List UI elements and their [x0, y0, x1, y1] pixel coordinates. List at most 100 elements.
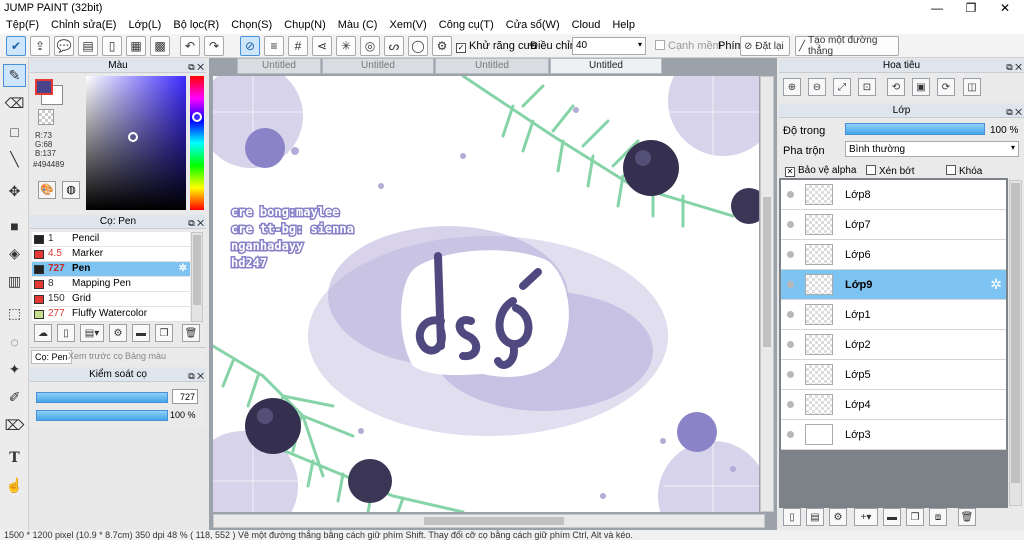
- tab-untitled-3[interactable]: Untitled: [435, 58, 549, 74]
- brush-size-slider[interactable]: [36, 392, 168, 403]
- reset-button[interactable]: ⊘ Đặt lại: [740, 36, 790, 56]
- scroll-thumb[interactable]: [424, 517, 564, 525]
- scroll-thumb[interactable]: [1011, 183, 1020, 483]
- brush-list-scrollbar[interactable]: [191, 232, 203, 322]
- curve-snap-icon[interactable]: ᔕ: [384, 36, 404, 56]
- new-brush-icon[interactable]: ▯: [57, 324, 75, 342]
- brush-item-grid[interactable]: 150 Grid: [32, 292, 190, 307]
- layer-row-2[interactable]: Lớp2: [781, 330, 1006, 360]
- menu-file[interactable]: Tệp(F): [0, 17, 45, 34]
- add-layer-menu-icon[interactable]: +▾: [854, 508, 878, 526]
- antialias-checkbox[interactable]: ✓ Khử răng cưa: [456, 40, 537, 53]
- minimize-button[interactable]: —: [920, 0, 954, 17]
- menu-window[interactable]: Cửa sổ(W): [500, 17, 566, 34]
- layer-row-5[interactable]: Lớp5: [781, 360, 1006, 390]
- duplicate-layer-icon[interactable]: ❐: [906, 508, 924, 526]
- fill-rect-tool-icon[interactable]: ■: [3, 214, 26, 237]
- ellipse-snap-icon[interactable]: ◯: [408, 36, 428, 56]
- select-eraser-tool-icon[interactable]: ⌦: [3, 414, 26, 437]
- gradient-tool-icon[interactable]: ▥: [3, 270, 26, 293]
- layer-row-9[interactable]: Lớp9 ✲: [781, 270, 1006, 300]
- eye-icon[interactable]: [787, 401, 794, 408]
- panel-close-icon[interactable]: ⧉ ✕: [188, 216, 204, 230]
- brush-item-marker[interactable]: 4.5 Marker: [32, 247, 190, 262]
- layer-row-1[interactable]: Lớp1: [781, 300, 1006, 330]
- close-button[interactable]: ✕: [988, 0, 1022, 17]
- saturation-value-picker[interactable]: [86, 76, 186, 210]
- export-icon[interactable]: ⇪: [30, 36, 50, 56]
- layer-row-7[interactable]: Lớp7: [781, 210, 1006, 240]
- scroll-thumb[interactable]: [763, 197, 771, 347]
- eye-icon[interactable]: [787, 221, 794, 228]
- merge-layer-icon[interactable]: ⧈: [929, 508, 947, 526]
- panel-close-icon[interactable]: ⧉ ✕: [1006, 60, 1022, 74]
- new-layer-icon[interactable]: ▯: [783, 508, 801, 526]
- vertical-scrollbar[interactable]: [760, 76, 774, 512]
- radial-snap-icon[interactable]: ✳: [336, 36, 356, 56]
- eye-icon[interactable]: [787, 371, 794, 378]
- zoom-out-icon[interactable]: ⊖: [808, 78, 826, 96]
- blend-mode-select[interactable]: Bình thường ▾: [845, 141, 1019, 157]
- copy-brush-icon[interactable]: ❐: [155, 324, 173, 342]
- folder-icon[interactable]: ▬: [132, 324, 150, 342]
- lasso-tool-icon[interactable]: ◌: [3, 330, 26, 353]
- layer-opacity-slider[interactable]: [845, 123, 985, 135]
- tab-palette[interactable]: Bảng màu: [125, 351, 166, 361]
- tab-untitled-1[interactable]: Untitled: [237, 58, 321, 74]
- delete-brush-icon[interactable]: 🗑: [182, 324, 200, 342]
- eraser-tool-icon[interactable]: ⌫: [3, 92, 26, 115]
- layer-folder-icon[interactable]: ▬: [883, 508, 901, 526]
- bucket-tool-icon[interactable]: ◈: [3, 242, 26, 265]
- horizontal-scrollbar[interactable]: [213, 514, 765, 528]
- menu-edit[interactable]: Chỉnh sửa(E): [45, 17, 122, 34]
- brush-opacity-slider[interactable]: [36, 410, 168, 421]
- brush-item-pencil[interactable]: 1 Pencil: [32, 232, 190, 247]
- fit-window-icon[interactable]: ⤢: [833, 78, 851, 96]
- panel-close-icon[interactable]: ⧉ ✕: [188, 60, 204, 74]
- eye-icon[interactable]: [787, 431, 794, 438]
- layer-settings-icon[interactable]: ⚙: [829, 508, 847, 526]
- cloud-brush-icon[interactable]: ☁: [34, 324, 52, 342]
- adjust-input[interactable]: 40 ▾: [572, 37, 646, 55]
- line-tool-icon[interactable]: ╲: [3, 148, 26, 171]
- picker-cursor[interactable]: [128, 132, 138, 142]
- layer-row-4[interactable]: Lớp4: [781, 390, 1006, 420]
- undo-icon[interactable]: ↶: [180, 36, 200, 56]
- drawing-canvas[interactable]: cre bong:maylee cre tt-bg: sienna nganha…: [213, 76, 759, 512]
- eye-icon[interactable]: [787, 311, 794, 318]
- menu-cloud[interactable]: Cloud: [566, 17, 607, 34]
- comment-icon[interactable]: 💬: [54, 36, 74, 56]
- eye-icon[interactable]: [787, 251, 794, 258]
- menu-color[interactable]: Màu (C): [332, 17, 384, 34]
- move-tool-icon[interactable]: ✥: [3, 180, 26, 203]
- flip-horizontal-icon[interactable]: ◫: [963, 78, 981, 96]
- zoom-in-icon[interactable]: ⊕: [783, 78, 801, 96]
- hue-slider[interactable]: [190, 76, 204, 210]
- eye-icon[interactable]: [787, 191, 794, 198]
- menu-tools[interactable]: Công cụ(T): [433, 17, 500, 34]
- layer-row-6[interactable]: Lớp6: [781, 240, 1006, 270]
- color-mixer-icon[interactable]: ◍: [62, 181, 80, 199]
- layer-row-3[interactable]: Lớp3: [781, 420, 1006, 450]
- menu-view[interactable]: Xem(V): [383, 17, 432, 34]
- snap-settings-icon[interactable]: ⚙: [432, 36, 452, 56]
- layer-row-8[interactable]: Lớp8: [781, 180, 1006, 210]
- pen-tool-icon[interactable]: ✎: [3, 64, 26, 87]
- page-icon[interactable]: ▯: [102, 36, 122, 56]
- menu-select[interactable]: Chọn(S): [225, 17, 278, 34]
- tab-brush-preview[interactable]: Xem trước cọ: [68, 351, 123, 361]
- reset-rotation-icon[interactable]: ▣: [912, 78, 930, 96]
- panel-close-icon[interactable]: ⧉ ✕: [1006, 105, 1022, 119]
- hue-handle[interactable]: [192, 112, 202, 122]
- panel-close-icon[interactable]: ⧉ ✕: [188, 369, 204, 383]
- smooth-checkbox[interactable]: Cạnh mềm: [655, 40, 722, 52]
- no-snap-icon[interactable]: ⊘: [240, 36, 260, 56]
- brush-settings-icon[interactable]: ⚙: [109, 324, 127, 342]
- brush-item-pen[interactable]: 727 Pen ✲: [32, 262, 190, 277]
- gear-icon[interactable]: ✲: [990, 276, 1002, 293]
- menu-layer[interactable]: Lớp(L): [122, 17, 167, 34]
- menu-filter[interactable]: Bộ lọc(R): [167, 17, 225, 34]
- vanish-snap-icon[interactable]: ⋖: [312, 36, 332, 56]
- palette-icon[interactable]: 🎨: [38, 181, 56, 199]
- maximize-button[interactable]: ❐: [954, 0, 988, 17]
